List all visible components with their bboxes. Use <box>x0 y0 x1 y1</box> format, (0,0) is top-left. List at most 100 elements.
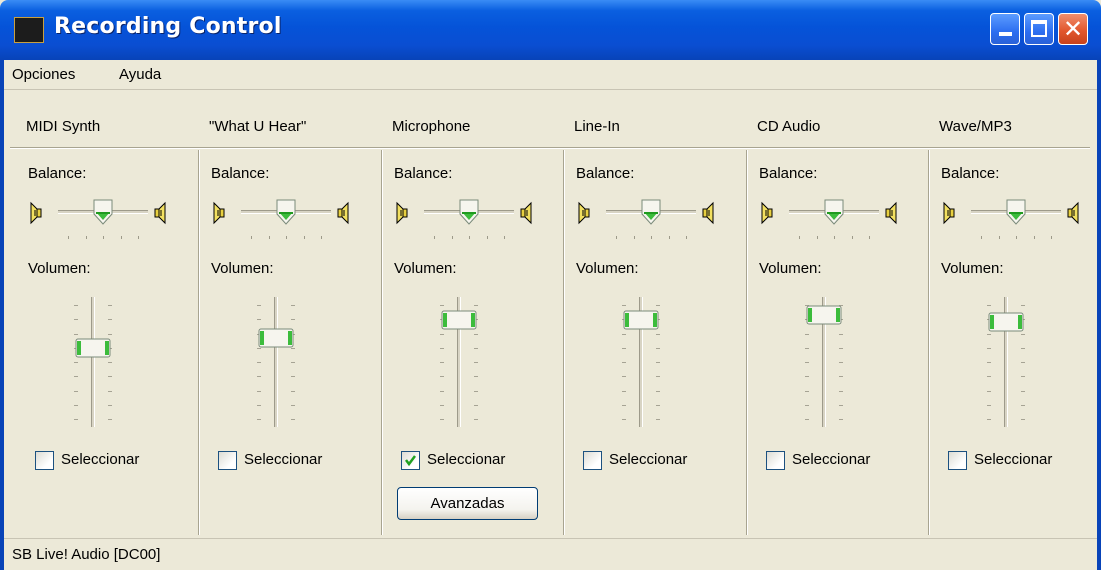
minimize-icon <box>999 32 1012 36</box>
volume-tick <box>839 391 843 392</box>
volume-tick <box>805 334 809 335</box>
balance-slider-thumb[interactable] <box>824 199 844 225</box>
balance-label: Balance: <box>941 165 1000 182</box>
volume-slider-thumb[interactable] <box>806 305 842 325</box>
balance-slider-thumb[interactable] <box>93 199 113 225</box>
volume-label: Volumen: <box>941 260 1004 277</box>
volume-slider-thumb[interactable] <box>441 310 477 330</box>
volume-tick <box>108 319 112 320</box>
balance-tick <box>817 236 818 239</box>
volume-tick <box>74 376 78 377</box>
volume-tick <box>805 405 809 406</box>
column-divider <box>381 150 383 535</box>
volume-track[interactable] <box>91 297 95 427</box>
volume-tick <box>656 376 660 377</box>
volume-slider-thumb[interactable] <box>623 310 659 330</box>
channel-name: CD Audio <box>757 118 821 135</box>
column-divider <box>198 150 200 535</box>
balance-tick <box>452 236 453 239</box>
balance-tick <box>852 236 853 239</box>
volume-tick <box>440 419 444 420</box>
select-label[interactable]: Seleccionar <box>61 451 139 468</box>
select-label[interactable]: Seleccionar <box>427 451 505 468</box>
volume-tick <box>656 419 660 420</box>
volume-tick <box>291 391 295 392</box>
volume-tick <box>839 362 843 363</box>
volume-tick <box>108 405 112 406</box>
menu-ayuda[interactable]: Ayuda <box>119 66 161 83</box>
volume-slider-thumb[interactable] <box>75 338 111 358</box>
channel-name: Line-In <box>574 118 620 135</box>
select-label[interactable]: Seleccionar <box>974 451 1052 468</box>
volume-tick <box>108 362 112 363</box>
maximize-icon <box>1031 20 1047 37</box>
volume-label: Volumen: <box>28 260 91 277</box>
volume-tick <box>656 362 660 363</box>
volume-tick <box>987 348 991 349</box>
speaker-right-icon <box>702 201 716 225</box>
select-checkbox[interactable] <box>583 451 602 470</box>
volume-label: Volumen: <box>211 260 274 277</box>
speaker-left-icon <box>759 201 773 225</box>
select-checkbox[interactable] <box>218 451 237 470</box>
balance-slider-thumb[interactable] <box>276 199 296 225</box>
status-bar: SB Live! Audio [DC00] <box>0 538 1101 570</box>
balance-tick <box>1034 236 1035 239</box>
speaker-left-icon <box>211 201 225 225</box>
volume-tick <box>656 405 660 406</box>
advanced-button[interactable]: Avanzadas <box>397 487 538 520</box>
volume-tick <box>1021 391 1025 392</box>
volume-slider-thumb[interactable] <box>258 328 294 348</box>
volume-tick <box>656 391 660 392</box>
volume-tick <box>987 419 991 420</box>
maximize-button[interactable] <box>1024 13 1054 45</box>
volume-tick <box>839 376 843 377</box>
volume-tick <box>656 305 660 306</box>
volume-tick <box>987 305 991 306</box>
volume-label: Volumen: <box>576 260 639 277</box>
select-checkbox[interactable] <box>948 451 967 470</box>
volume-slider-thumb[interactable] <box>988 312 1024 332</box>
balance-tick <box>68 236 69 239</box>
close-button[interactable]: ✕ <box>1058 13 1088 45</box>
status-text: SB Live! Audio [DC00] <box>12 546 161 563</box>
volume-tick <box>440 362 444 363</box>
balance-tick <box>616 236 617 239</box>
select-label[interactable]: Seleccionar <box>792 451 870 468</box>
volume-tick <box>474 348 478 349</box>
select-checkbox[interactable] <box>401 451 420 470</box>
volume-tick <box>291 348 295 349</box>
speaker-right-icon <box>520 201 534 225</box>
volume-tick <box>987 362 991 363</box>
volume-tick <box>257 376 261 377</box>
balance-slider-thumb[interactable] <box>1006 199 1026 225</box>
volume-tick <box>440 348 444 349</box>
volume-tick <box>291 405 295 406</box>
volume-tick <box>1021 305 1025 306</box>
volume-tick <box>622 305 626 306</box>
volume-tick <box>257 362 261 363</box>
speaker-left-icon <box>28 201 42 225</box>
volume-tick <box>805 376 809 377</box>
select-checkbox[interactable] <box>35 451 54 470</box>
volume-tick <box>440 405 444 406</box>
volume-tick <box>291 419 295 420</box>
menu-bar: Opciones Ayuda <box>0 60 1101 90</box>
select-label[interactable]: Seleccionar <box>244 451 322 468</box>
balance-slider-thumb[interactable] <box>641 199 661 225</box>
minimize-button[interactable] <box>990 13 1020 45</box>
volume-tick <box>987 376 991 377</box>
volume-tick <box>440 391 444 392</box>
title-bar[interactable]: Recording Control ✕ <box>0 0 1101 60</box>
select-label[interactable]: Seleccionar <box>609 451 687 468</box>
volume-track[interactable] <box>274 297 278 427</box>
balance-slider-thumb[interactable] <box>459 199 479 225</box>
window-border-right <box>1097 60 1101 570</box>
select-checkbox[interactable] <box>766 451 785 470</box>
balance-tick <box>269 236 270 239</box>
speaker-left-icon <box>394 201 408 225</box>
menu-opciones[interactable]: Opciones <box>12 66 75 83</box>
volume-tick <box>987 405 991 406</box>
volume-tick <box>257 305 261 306</box>
volume-tick <box>257 405 261 406</box>
